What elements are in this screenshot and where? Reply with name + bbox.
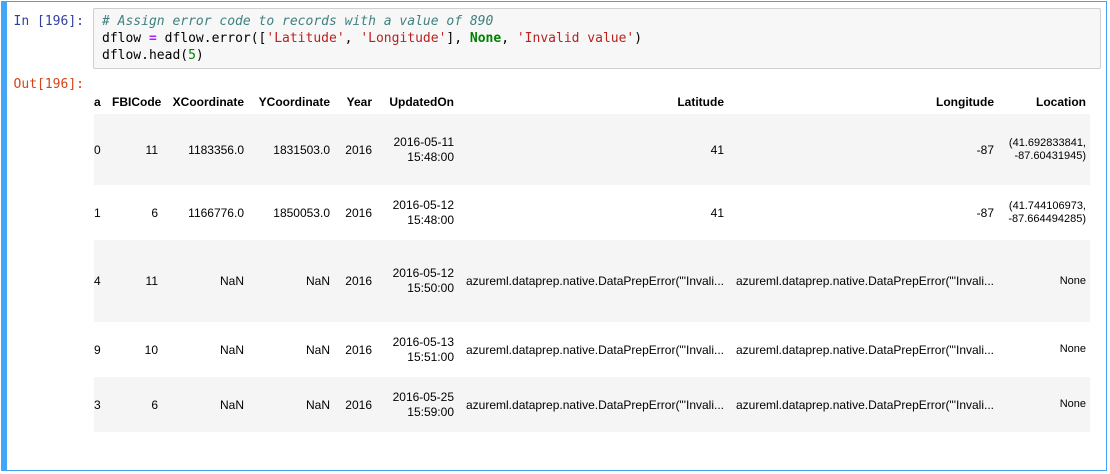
location-line: (41.744106973, xyxy=(1008,199,1086,212)
cell-a: 0 xyxy=(94,142,101,157)
cell-location: None xyxy=(998,240,1090,322)
cell-longitude: azureml.dataprep.native.DataPrepError("'… xyxy=(736,274,994,288)
cell-latitude: 41 xyxy=(710,205,724,220)
cell-ycoordinate: NaN xyxy=(305,397,330,412)
column-header-location: Location xyxy=(1036,95,1086,109)
cell-xcoordinate: 1183356.0 xyxy=(188,142,244,157)
column-header-xcoordinate: XCoordinate xyxy=(172,95,244,109)
table-row: 4 11 NaN NaN 2016 2016-05-12 15:50:00 azu… xyxy=(94,240,1090,322)
code-token: , xyxy=(501,31,517,46)
cell-longitude: azureml.dataprep.native.DataPrepError("'… xyxy=(736,397,994,412)
cell-a: 3 xyxy=(94,397,101,412)
updatedon-time: 15:51:00 xyxy=(407,349,454,364)
cell-updatedon: 2016-05-11 15:48:00 xyxy=(376,114,458,185)
table-row: 0 11 1183356.0 1831503.0 2016 2016-05-11… xyxy=(94,114,1090,185)
table-row: 9 10 NaN NaN 2016 2016-05-13 15:51:00 azu… xyxy=(94,322,1090,377)
code-operator: = xyxy=(148,31,157,46)
cell-xcoordinate: NaN xyxy=(219,397,244,412)
updatedon-date: 2016-05-11 xyxy=(393,134,455,149)
location-line: -87.664494285) xyxy=(1008,212,1086,225)
updatedon-date: 2016-05-25 xyxy=(392,389,454,404)
column-header-longitude: Longitude xyxy=(936,95,994,109)
cell-location: None xyxy=(998,377,1090,432)
column-header-latitude: Latitude xyxy=(677,95,724,109)
code-token: dflow.error([ xyxy=(156,31,267,46)
code-token: dflow xyxy=(102,31,149,46)
updatedon-date: 2016-05-12 xyxy=(392,197,454,212)
cell-ycoordinate: 1850053.0 xyxy=(273,205,330,220)
cell-fbicode: 11 xyxy=(145,142,158,157)
column-header-updatedon: UpdatedOn xyxy=(389,95,454,109)
cell-year: 2016 xyxy=(345,142,372,157)
updatedon-date: 2016-05-13 xyxy=(392,334,454,349)
output-prompt: Out[196]: xyxy=(13,77,84,92)
cell-year: 2016 xyxy=(345,274,372,288)
table-row: 3 6 NaN NaN 2016 2016-05-25 15:59:00 azur… xyxy=(94,377,1090,432)
updatedon-time: 15:50:00 xyxy=(407,281,454,295)
column-header-a: a xyxy=(94,95,101,109)
cell-fbicode: 10 xyxy=(144,342,158,357)
cell-updatedon: 2016-05-25 15:59:00 xyxy=(376,377,458,432)
code-number: 5 xyxy=(188,48,196,63)
code-string: 'Invalid value' xyxy=(516,31,635,46)
cell-ycoordinate: NaN xyxy=(305,342,330,357)
updatedon-time: 15:48:00 xyxy=(407,149,454,164)
cell-year: 2016 xyxy=(345,205,372,220)
cell-longitude: azureml.dataprep.native.DataPrepError("'… xyxy=(736,342,994,357)
code-string: 'Longitude' xyxy=(360,31,447,46)
cell-updatedon: 2016-05-12 15:50:00 xyxy=(376,240,458,322)
code-token: dflow.head( xyxy=(102,48,189,63)
cell-ycoordinate: 1831503.0 xyxy=(273,142,330,157)
updatedon-time: 15:59:00 xyxy=(407,404,454,419)
location-line: -87.60431945) xyxy=(1014,149,1086,162)
input-prompt: In [196]: xyxy=(13,14,84,29)
code-string: 'Latitude' xyxy=(266,31,345,46)
cell-longitude: -87 xyxy=(976,142,994,157)
cell-updatedon: 2016-05-12 15:48:00 xyxy=(376,185,458,240)
cell-fbicode: 6 xyxy=(151,205,158,220)
cell-fbicode: 11 xyxy=(145,274,158,288)
cell-latitude: azureml.dataprep.native.DataPrepError("'… xyxy=(466,274,724,288)
table-header-row: a FBICode XCoordinate YCoordinate Year U… xyxy=(94,90,1090,114)
location-line: (41.692833841, xyxy=(1008,136,1086,149)
cell-ycoordinate: NaN xyxy=(305,274,330,288)
column-header-fbicode: FBICode xyxy=(112,95,162,109)
cell-year: 2016 xyxy=(345,342,372,357)
updatedon-date: 2016-05-12 xyxy=(392,266,454,280)
cell-xcoordinate: 1166776.0 xyxy=(188,205,244,220)
code-token: ], xyxy=(446,31,470,46)
cell-a: 1 xyxy=(94,205,101,220)
cell-xcoordinate: NaN xyxy=(219,274,244,288)
location-line: None xyxy=(1059,398,1086,410)
code-token: ) xyxy=(195,48,204,63)
code-comment: # Assign error code to records with a va… xyxy=(102,14,494,29)
cell-updatedon: 2016-05-13 15:51:00 xyxy=(376,322,458,377)
location-line: None xyxy=(1059,343,1086,355)
code-editor[interactable]: # Assign error code to records with a va… xyxy=(93,8,1101,69)
updatedon-time: 15:48:00 xyxy=(407,212,454,227)
cell-location: (41.692833841, -87.60431945) xyxy=(998,114,1090,185)
cell-fbicode: 6 xyxy=(151,397,158,412)
location-line: None xyxy=(1059,274,1086,287)
cell-xcoordinate: NaN xyxy=(219,342,244,357)
table-row: 1 6 1166776.0 1850053.0 2016 2016-05-12 1… xyxy=(94,185,1090,240)
column-header-year: Year xyxy=(346,95,372,109)
cell-latitude: 41 xyxy=(710,142,724,157)
cell-longitude: -87 xyxy=(976,205,994,220)
cell-latitude: azureml.dataprep.native.DataPrepError("'… xyxy=(466,342,724,357)
output-dataframe: a FBICode XCoordinate YCoordinate Year U… xyxy=(94,90,1090,432)
code-token: ) xyxy=(634,31,643,46)
code-text[interactable]: # Assign error code to records with a va… xyxy=(102,13,642,64)
cell-a: 4 xyxy=(94,274,101,288)
cell-location: (41.744106973, -87.664494285) xyxy=(998,185,1090,240)
cell-location: None xyxy=(998,322,1090,377)
column-header-ycoordinate: YCoordinate xyxy=(258,95,330,109)
cell-latitude: azureml.dataprep.native.DataPrepError("'… xyxy=(466,397,724,412)
code-token: , xyxy=(344,31,361,46)
cell-year: 2016 xyxy=(345,397,372,412)
cell-a: 9 xyxy=(94,342,101,357)
code-keyword: None xyxy=(469,31,502,46)
